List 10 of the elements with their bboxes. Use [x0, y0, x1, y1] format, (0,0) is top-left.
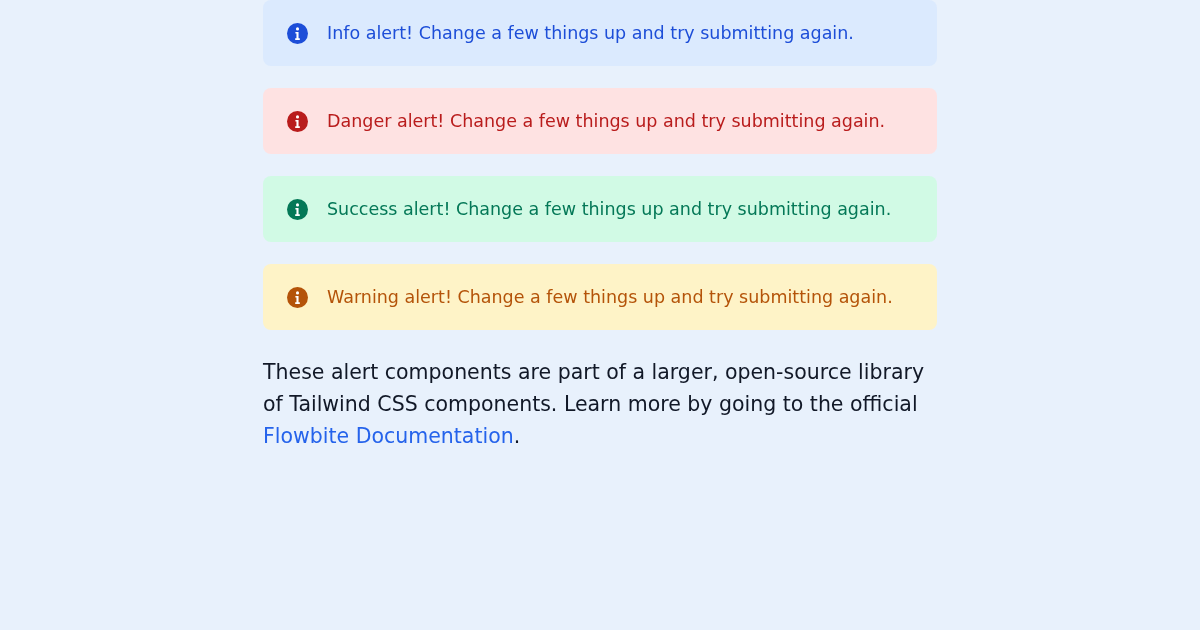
info-icon — [287, 23, 308, 44]
alert-message: Warning alert! Change a few things up and try submitting again. — [327, 286, 893, 309]
alert-message: Danger alert! Change a few things up and try submitting again. — [327, 110, 886, 133]
alert-message: Success alert! Change a few things up and try submitting again. — [327, 198, 892, 221]
info-paragraph: These alert components are part of a larger, open-source library of Tailwind CSS components. Learn more by going to the official Flowbite Documentation. — [263, 359, 926, 450]
documentation-link[interactable]: Flowbite Documentation — [263, 424, 514, 448]
info-icon — [287, 287, 308, 308]
info-icon — [287, 199, 308, 220]
info-icon — [287, 111, 308, 132]
alert-message: Info alert! Change a few things up and try submitting again. — [327, 22, 854, 45]
